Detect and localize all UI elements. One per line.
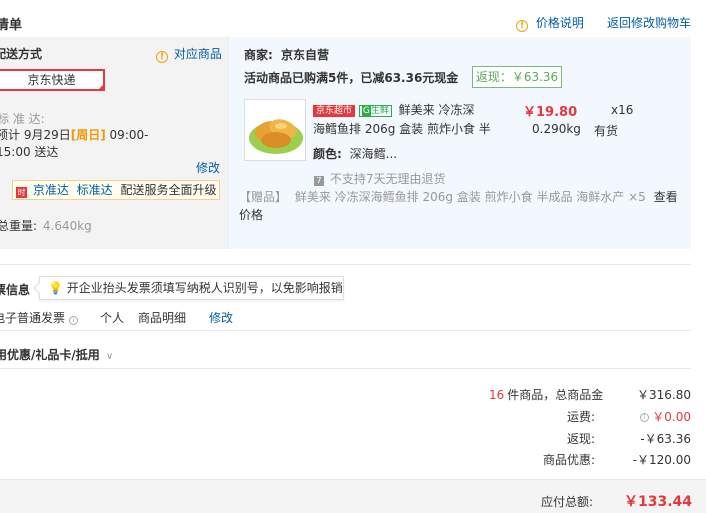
invoice-section-label: 票信息 xyxy=(0,283,31,297)
payable-value: ￥133.44 xyxy=(623,494,692,510)
delivery-modify-link[interactable]: 修改 xyxy=(196,159,220,176)
related-products-link[interactable]: ! 对应商品 xyxy=(156,45,222,63)
product-price: ￥19.80 xyxy=(523,105,578,120)
discount-toggle[interactable]: 用优惠/礼品卡/抵用 ∨ xyxy=(0,346,113,363)
jzd-link[interactable]: 京准达 xyxy=(33,183,69,197)
payable-bar xyxy=(0,479,706,513)
fish-fillet-image xyxy=(249,119,303,154)
express-option-button[interactable]: 京东快递 xyxy=(0,69,105,91)
jzd-upgrade-banner: 时 京准达 标准达 配送服务全面升级 xyxy=(12,180,220,200)
goods-total: ￥316.80 xyxy=(637,388,691,402)
delivery-estimate: 预计 9月29日[周日] 09:00- xyxy=(0,128,149,142)
warning-icon: ! xyxy=(156,51,168,63)
discount-value: -￥120.00 xyxy=(632,453,691,467)
rebate-label: 返现: xyxy=(566,432,595,446)
page-title: 清单 xyxy=(0,18,23,33)
product-title[interactable]: 京东超市 G生鲜 鲜美来 冷冻深 xyxy=(313,101,475,118)
no-return-icon: 7 xyxy=(314,176,324,186)
product-weight: 0.290kg xyxy=(532,122,581,136)
delivery-estimate-line2: 15:00 送达 xyxy=(0,145,59,159)
invoice-detail: 商品明细 xyxy=(138,311,187,325)
invoice-modify-link[interactable]: 修改 xyxy=(209,309,233,326)
price-note-link[interactable]: ! 价格说明 xyxy=(516,14,584,32)
product-image[interactable] xyxy=(244,99,306,161)
supermarket-badge: 京东超市 xyxy=(313,105,356,117)
selected-corner-icon xyxy=(97,83,105,91)
rebate-badge: 返现：￥63.36 xyxy=(472,66,562,88)
shipping-label: 运费: xyxy=(566,410,595,424)
standard-label: 标 准 达: xyxy=(0,112,45,126)
divider xyxy=(0,330,691,331)
promo-text: 活动商品已购满5件，已减63.36元现金 xyxy=(244,71,459,85)
payable-label: 应付总额: xyxy=(540,495,593,509)
gift-view-price-link[interactable]: 查看 xyxy=(654,190,678,204)
back-to-cart-link[interactable]: 返回修改购物车 xyxy=(607,14,691,31)
gift-line: 【赠品】 鲜美来 冷冻深海鳕鱼排 206g 盒装 煎炸小食 半成品 海鲜水产 ×… xyxy=(239,190,678,204)
product-color: 颜色: 深海鳕... xyxy=(313,147,398,161)
stock-status: 有货 xyxy=(594,124,619,138)
chevron-down-icon: ∨ xyxy=(105,351,114,362)
invoice-person: 个人 xyxy=(100,311,125,325)
bzd-link[interactable]: 标准达 xyxy=(77,183,113,197)
no-return-notice: 7 不支持7天无理由退货 xyxy=(314,170,445,187)
discount-label: 商品优惠: xyxy=(542,453,595,467)
gift-price-link[interactable]: 价格 xyxy=(239,206,263,223)
invoice-tip: 💡 开企业抬头发票须填写纳税人识别号，以免影响报销 xyxy=(33,276,344,300)
merchant-info: 商家: 京东自营 xyxy=(244,48,330,62)
rebate-value: -￥63.36 xyxy=(640,432,691,446)
clock-icon: 时 xyxy=(16,187,27,198)
goods-count: 16 件商品，总商品金 xyxy=(489,388,604,402)
divider xyxy=(0,368,691,369)
info-icon[interactable]: i xyxy=(68,316,78,325)
product-title-line2[interactable]: 海鳕鱼排 206g 盒装 煎炸小食 半 xyxy=(313,120,491,137)
fresh-badge: G生鲜 xyxy=(358,105,392,117)
lightbulb-icon: 💡 xyxy=(48,281,63,295)
divider xyxy=(0,264,691,265)
warning-icon: ! xyxy=(516,20,528,32)
shipping-value: ￥0.00 xyxy=(652,410,691,424)
total-weight: 总重量: 4.640kg xyxy=(0,219,92,233)
invoice-type: 电子普通发票 i xyxy=(0,309,78,326)
delivery-section-label: 配送方式 xyxy=(0,47,43,61)
product-quantity: x16 xyxy=(611,103,634,117)
